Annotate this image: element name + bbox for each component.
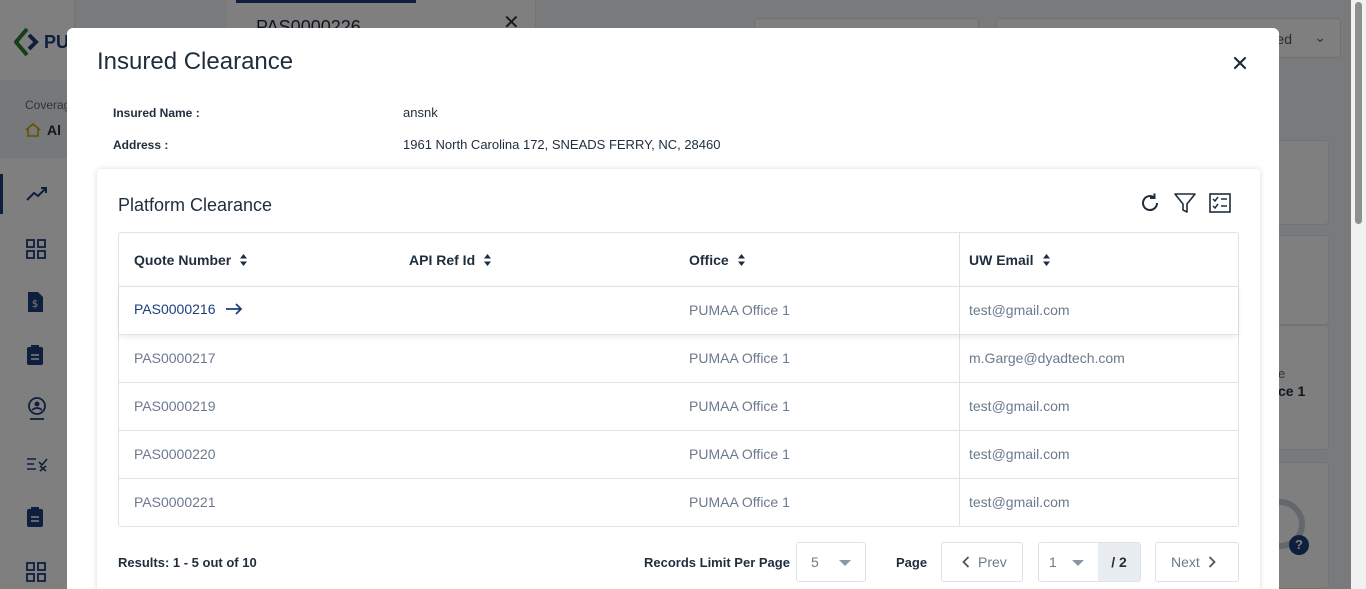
page-select[interactable]: 1	[1038, 542, 1099, 582]
office: PUMAA Office 1	[689, 398, 790, 414]
records-limit-value: 5	[811, 554, 819, 570]
table-row[interactable]: PAS0000220 PUMAA Office 1 test@gmail.com	[119, 430, 1238, 478]
results-count: Results: 1 - 5 out of 10	[118, 555, 257, 570]
column-header-label: Office	[689, 251, 729, 268]
sort-icon[interactable]	[239, 253, 248, 267]
column-header-quote-number[interactable]: Quote Number	[134, 233, 248, 286]
uw-email: test@gmail.com	[969, 494, 1070, 510]
prev-button[interactable]: Prev	[941, 542, 1023, 582]
column-header-label: Quote Number	[134, 251, 232, 268]
address-value: 1961 North Carolina 172, SNEADS FERRY, N…	[403, 137, 721, 152]
office: PUMAA Office 1	[689, 302, 790, 318]
address-label: Address :	[113, 138, 169, 152]
quote-number[interactable]: PAS0000221	[134, 494, 215, 510]
sort-icon[interactable]	[737, 253, 746, 267]
quote-number[interactable]: PAS0000217	[134, 350, 215, 366]
modal-title: Insured Clearance	[97, 48, 294, 75]
table-row[interactable]: PAS0000217 PUMAA Office 1 m.Garge@dyadte…	[119, 334, 1238, 382]
page-scrollbar[interactable]	[1351, 0, 1366, 589]
records-limit-label: Records Limit Per Page	[644, 555, 790, 570]
office: PUMAA Office 1	[689, 446, 790, 462]
column-header-label: UW Email	[969, 251, 1034, 268]
caret-down-icon	[839, 560, 851, 566]
arrow-right-icon[interactable]	[225, 303, 243, 315]
sort-icon[interactable]	[1042, 253, 1051, 267]
insured-name-label: Insured Name :	[113, 106, 200, 120]
scrollbar-thumb[interactable]	[1355, 2, 1362, 224]
table-row[interactable]: PAS0000219 PUMAA Office 1 test@gmail.com	[119, 382, 1238, 430]
office: PUMAA Office 1	[689, 350, 790, 366]
quote-number[interactable]: PAS0000216	[134, 301, 215, 317]
insured-clearance-modal: Insured Clearance Insured Name : ansnk A…	[67, 28, 1279, 589]
table-row[interactable]: PAS0000221 PUMAA Office 1 test@gmail.com	[119, 478, 1238, 526]
filter-icon[interactable]	[1173, 191, 1197, 215]
uw-email: test@gmail.com	[969, 302, 1070, 318]
column-header-label: API Ref Id	[409, 251, 476, 268]
page-label: Page	[896, 555, 928, 570]
page-select-value: 1	[1049, 554, 1057, 570]
clearance-table: Quote Number API Ref Id Office UW Email …	[118, 232, 1239, 527]
uw-email: test@gmail.com	[969, 398, 1070, 414]
quote-number[interactable]: PAS0000220	[134, 446, 215, 462]
sort-icon[interactable]	[483, 253, 492, 267]
next-label: Next	[1171, 554, 1200, 570]
uw-email: m.Garge@dyadtech.com	[969, 350, 1125, 366]
refresh-icon[interactable]	[1138, 191, 1162, 215]
records-limit-select[interactable]: 5	[796, 542, 866, 582]
panel-title: Platform Clearance	[118, 195, 273, 215]
insured-name-value: ansnk	[403, 105, 438, 120]
column-header-api-ref-id[interactable]: API Ref Id	[409, 233, 492, 286]
caret-down-icon	[1072, 560, 1084, 566]
next-button[interactable]: Next	[1155, 542, 1239, 582]
prev-label: Prev	[978, 554, 1007, 570]
checklist-icon[interactable]	[1208, 191, 1232, 215]
column-header-office[interactable]: Office	[689, 233, 746, 286]
chevron-left-icon	[962, 556, 970, 568]
column-header-uw-email[interactable]: UW Email	[969, 233, 1051, 286]
table-row[interactable]: PAS0000216 PUMAA Office 1 test@gmail.com	[119, 286, 1238, 334]
platform-clearance-panel: Platform Clearance Quote Number API Ref …	[97, 169, 1260, 589]
quote-number[interactable]: PAS0000219	[134, 398, 215, 414]
office: PUMAA Office 1	[689, 494, 790, 510]
total-pages: / 2	[1098, 542, 1141, 582]
uw-email: test@gmail.com	[969, 446, 1070, 462]
chevron-right-icon	[1208, 556, 1216, 568]
close-icon[interactable]	[1229, 52, 1251, 74]
quote-number-link[interactable]: PAS0000216	[134, 301, 243, 317]
